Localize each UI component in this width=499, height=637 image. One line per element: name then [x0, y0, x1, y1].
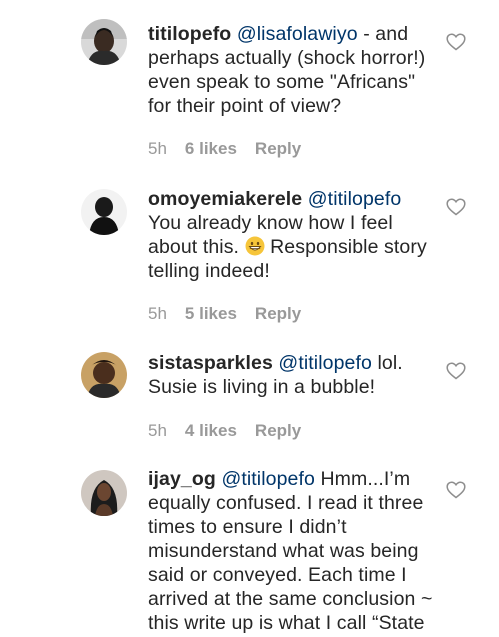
comment-username[interactable]: omoyemiakerele [148, 188, 302, 210]
comment-likes[interactable]: 6 likes [185, 139, 237, 159]
comment-username[interactable]: sistasparkles [148, 352, 273, 374]
comment-time: 5h [148, 139, 167, 158]
avatar[interactable] [81, 352, 127, 398]
like-heart-icon[interactable] [446, 198, 466, 216]
avatar[interactable] [81, 189, 127, 235]
reply-button[interactable]: Reply [255, 421, 301, 441]
comment-meta: 5h 6 likes Reply [148, 139, 301, 159]
reply-button[interactable]: Reply [255, 304, 301, 324]
comment-time: 5h [148, 304, 167, 323]
comment-mention[interactable]: @titilopefo [308, 188, 402, 210]
comment-meta: 5h 4 likes Reply [148, 421, 301, 441]
avatar[interactable] [81, 470, 127, 516]
like-heart-icon[interactable] [446, 362, 466, 380]
like-heart-icon[interactable] [446, 481, 466, 499]
comment-text: sistasparkles @titilopefo lol. Susie is … [148, 351, 438, 399]
comment-username[interactable]: titilopefo [148, 23, 231, 45]
comment-text: titilopefo @lisafolawiyo - and perhaps a… [148, 22, 438, 118]
avatar[interactable] [81, 19, 127, 65]
comment-mention[interactable]: @titilopefo [221, 468, 315, 490]
comment-time: 5h [148, 421, 167, 440]
grinning-face-emoji-icon [245, 236, 265, 256]
comment-username[interactable]: ijay_og [148, 468, 216, 490]
comment-likes[interactable]: 5 likes [185, 304, 237, 324]
comment-mention[interactable]: @titilopefo [278, 352, 372, 374]
comment-body: Hmm...I’m equally confused. I read it th… [148, 468, 433, 634]
comment-meta: 5h 5 likes Reply [148, 304, 301, 324]
comment-likes[interactable]: 4 likes [185, 421, 237, 441]
comment-text: ijay_og @titilopefo Hmm...I’m equally co… [148, 467, 438, 635]
like-heart-icon[interactable] [446, 33, 466, 51]
comment-mention[interactable]: @lisafolawiyo [237, 23, 358, 45]
comment-text: omoyemiakerele @titilopefo You already k… [148, 187, 438, 283]
reply-button[interactable]: Reply [255, 139, 301, 159]
